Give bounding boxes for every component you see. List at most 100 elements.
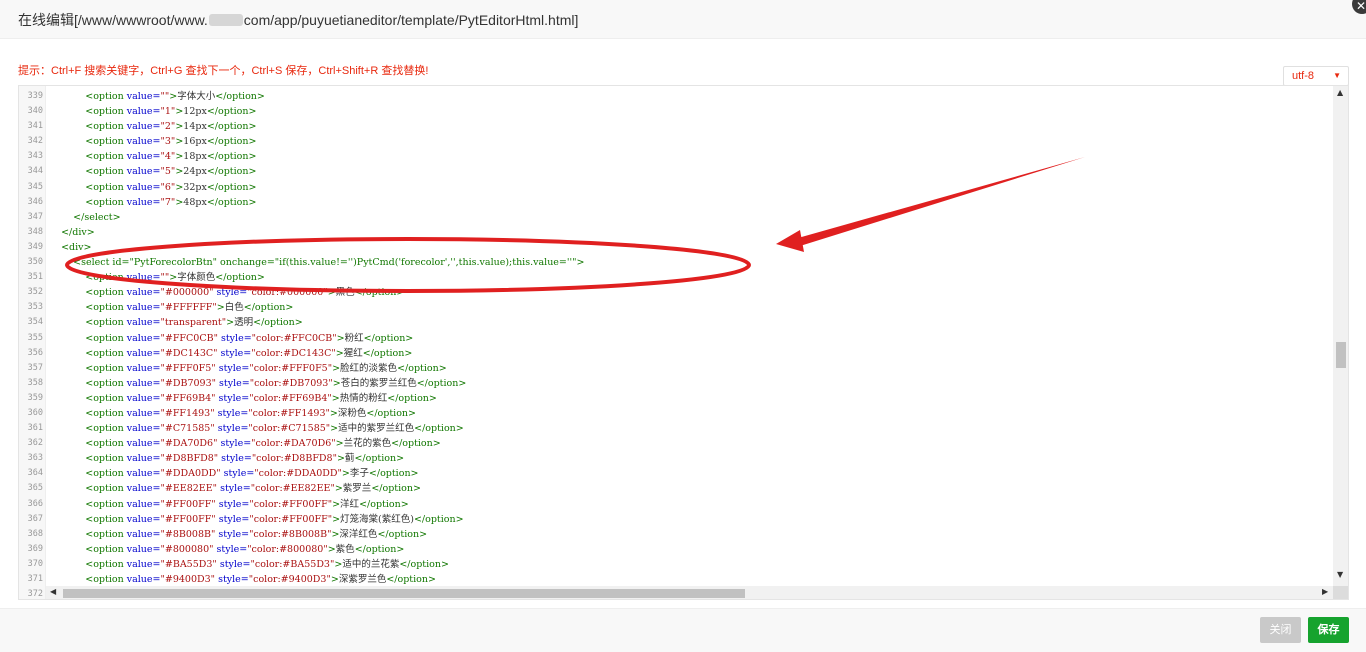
line-number: 362 (27, 438, 43, 449)
option-value: "#BA55D3" (160, 558, 217, 570)
line-number: 353 (27, 302, 43, 313)
option-text: 白色 (224, 302, 244, 314)
scroll-left-icon[interactable]: ◀ (50, 587, 56, 596)
code-line[interactable]: 351 <option value="">字体颜色</option> (19, 270, 1333, 285)
code-line[interactable]: 339 <option value="">字体大小</option> (19, 89, 1333, 104)
code-line[interactable]: 340 <option value="1">12px</option> (19, 104, 1333, 119)
code-line[interactable]: 366 <option value="#FF00FF" style="color… (19, 497, 1333, 512)
encoding-select[interactable]: utf-8 ▼ (1283, 66, 1349, 86)
code-line[interactable]: 341 <option value="2">14px</option> (19, 119, 1333, 134)
code-line[interactable]: 368 <option value="#8B008B" style="color… (19, 527, 1333, 542)
option-text: 苍白的紫罗兰红色 (340, 377, 417, 389)
code-line[interactable]: 356 <option value="#DC143C" style="color… (19, 346, 1333, 361)
scroll-up-icon[interactable]: ▲ (1337, 88, 1343, 97)
line-number: 369 (27, 543, 43, 554)
option-text: 32px (183, 181, 207, 193)
code-line[interactable]: 367 <option value="#FF00FF" style="color… (19, 512, 1333, 527)
code-line[interactable]: 370 <option value="#BA55D3" style="color… (19, 557, 1333, 572)
code-line[interactable]: 361 <option value="#C71585" style="color… (19, 421, 1333, 436)
vertical-scrollbar[interactable]: ▲ ▼ (1333, 86, 1348, 586)
option-style: "color:#FF69B4" (249, 392, 332, 404)
line-number: 349 (27, 241, 43, 252)
line-code: <option value="#DA70D6" style="color:#DA… (85, 438, 441, 450)
code-lines[interactable]: 339 <option value="">字体大小</option> 340 <o… (19, 89, 1333, 599)
line-code: <option value="6">32px</option> (85, 181, 257, 193)
line-number: 355 (27, 332, 43, 343)
option-style: "color:#EE82EE" (250, 483, 335, 495)
code-editor[interactable]: 339 <option value="">字体大小</option> 340 <o… (18, 85, 1349, 600)
line-code: <option value="3">16px</option> (85, 136, 257, 148)
code-line[interactable]: 363 <option value="#D8BFD8" style="color… (19, 451, 1333, 466)
option-value: "#DB7093" (160, 377, 216, 389)
title-path-prefix: 在线编辑[/www/wwwroot/www. (18, 12, 208, 28)
option-value: "#FFC0CB" (160, 332, 218, 344)
line-number: 361 (27, 423, 43, 434)
line-number: 370 (27, 558, 43, 569)
code-line[interactable]: 348 </div> (19, 225, 1333, 240)
line-code: <option value="#DB7093" style="color:#DB… (85, 377, 467, 389)
scroll-down-icon[interactable]: ▼ (1337, 570, 1343, 579)
save-button[interactable]: 保存 (1308, 617, 1349, 643)
line-number: 354 (27, 317, 43, 328)
code-line[interactable]: 346 <option value="7">48px</option> (19, 195, 1333, 210)
code-line[interactable]: 345 <option value="6">32px</option> (19, 180, 1333, 195)
code-line[interactable]: 353 <option value="#FFFFFF">白色</option> (19, 300, 1333, 315)
option-style: "color:#8B008B" (249, 528, 332, 540)
code-line[interactable]: 342 <option value="3">16px</option> (19, 134, 1333, 149)
option-value: "#FFF0F5" (160, 362, 216, 374)
horizontal-scrollbar[interactable]: ◀ ▶ (46, 586, 1333, 599)
code-line[interactable]: 364 <option value="#DDA0DD" style="color… (19, 466, 1333, 481)
option-value: "#EE82EE" (160, 483, 218, 495)
online-editor-dialog: 在线编辑[/www/wwwroot/www. com/app/puyuetiane… (0, 0, 1366, 652)
line-code: <option value="#9400D3" style="color:#94… (85, 574, 436, 585)
scroll-right-icon[interactable]: ▶ (1322, 587, 1328, 596)
line-number: 363 (27, 453, 43, 464)
code-line[interactable]: 343 <option value="4">18px</option> (19, 149, 1333, 164)
option-text: 深洋红色 (339, 528, 378, 540)
option-value: "6" (160, 181, 176, 193)
code-line[interactable]: 369 <option value="#800080" style="color… (19, 542, 1333, 557)
option-text: 紫罗兰 (342, 483, 372, 495)
line-code: <option value="transparent">透明</option> (85, 317, 303, 329)
scrollbar-corner (1333, 586, 1348, 599)
line-code: <option value="#C71585" style="color:#C7… (85, 423, 464, 435)
option-value: "#DDA0DD" (160, 468, 221, 480)
option-value: "" (160, 272, 170, 284)
option-style: "color:#FF1493" (248, 407, 330, 419)
close-button[interactable]: 关闭 (1260, 617, 1301, 643)
line-number: 366 (27, 498, 43, 509)
code-line[interactable]: 347 </select> (19, 210, 1333, 225)
option-text: 字体大小 (177, 91, 216, 102)
line-code: <option value="#FF00FF" style="color:#FF… (85, 498, 409, 510)
code-line[interactable]: 350 <select id="PytForecolorBtn" onchang… (19, 255, 1333, 270)
line-number: 342 (27, 136, 43, 147)
line-code: <option value="#FFC0CB" style="color:#FF… (85, 332, 414, 344)
code-line[interactable]: 352 <option value="#000000" style="color… (19, 285, 1333, 300)
option-text: 粉红 (344, 332, 364, 344)
code-line[interactable]: 371 <option value="#9400D3" style="color… (19, 572, 1333, 587)
vertical-scroll-thumb[interactable] (1336, 342, 1346, 368)
option-value: "#9400D3" (160, 574, 216, 585)
code-line[interactable]: 362 <option value="#DA70D6" style="color… (19, 436, 1333, 451)
option-style: "color:#FF00FF" (249, 513, 333, 525)
code-line[interactable]: 349 <div> (19, 240, 1333, 255)
code-line[interactable]: 354 <option value="transparent">透明</opti… (19, 315, 1333, 330)
code-line[interactable]: 360 <option value="#FF1493" style="color… (19, 406, 1333, 421)
option-text: 蓟 (344, 453, 355, 465)
option-value: "#8B008B" (160, 528, 216, 540)
code-line[interactable]: 357 <option value="#FFF0F5" style="color… (19, 361, 1333, 376)
option-text: 14px (183, 121, 207, 133)
close-icon[interactable]: ✕ (1352, 0, 1366, 14)
code-line[interactable]: 365 <option value="#EE82EE" style="color… (19, 481, 1333, 496)
code-line[interactable]: 358 <option value="#DB7093" style="color… (19, 376, 1333, 391)
code-line[interactable]: 359 <option value="#FF69B4" style="color… (19, 391, 1333, 406)
option-style: "color:#FFF0F5" (249, 362, 333, 374)
line-code: <option value="#FF69B4" style="color:#FF… (85, 392, 437, 404)
line-number: 350 (27, 257, 43, 268)
line-code: <option value="#EE82EE" style="color:#EE… (85, 483, 421, 495)
title-bar: 在线编辑[/www/wwwroot/www. com/app/puyuetiane… (0, 0, 1366, 39)
option-value: "transparent" (160, 317, 227, 329)
horizontal-scroll-thumb[interactable] (63, 589, 745, 598)
code-line[interactable]: 344 <option value="5">24px</option> (19, 164, 1333, 179)
code-line[interactable]: 355 <option value="#FFC0CB" style="color… (19, 331, 1333, 346)
